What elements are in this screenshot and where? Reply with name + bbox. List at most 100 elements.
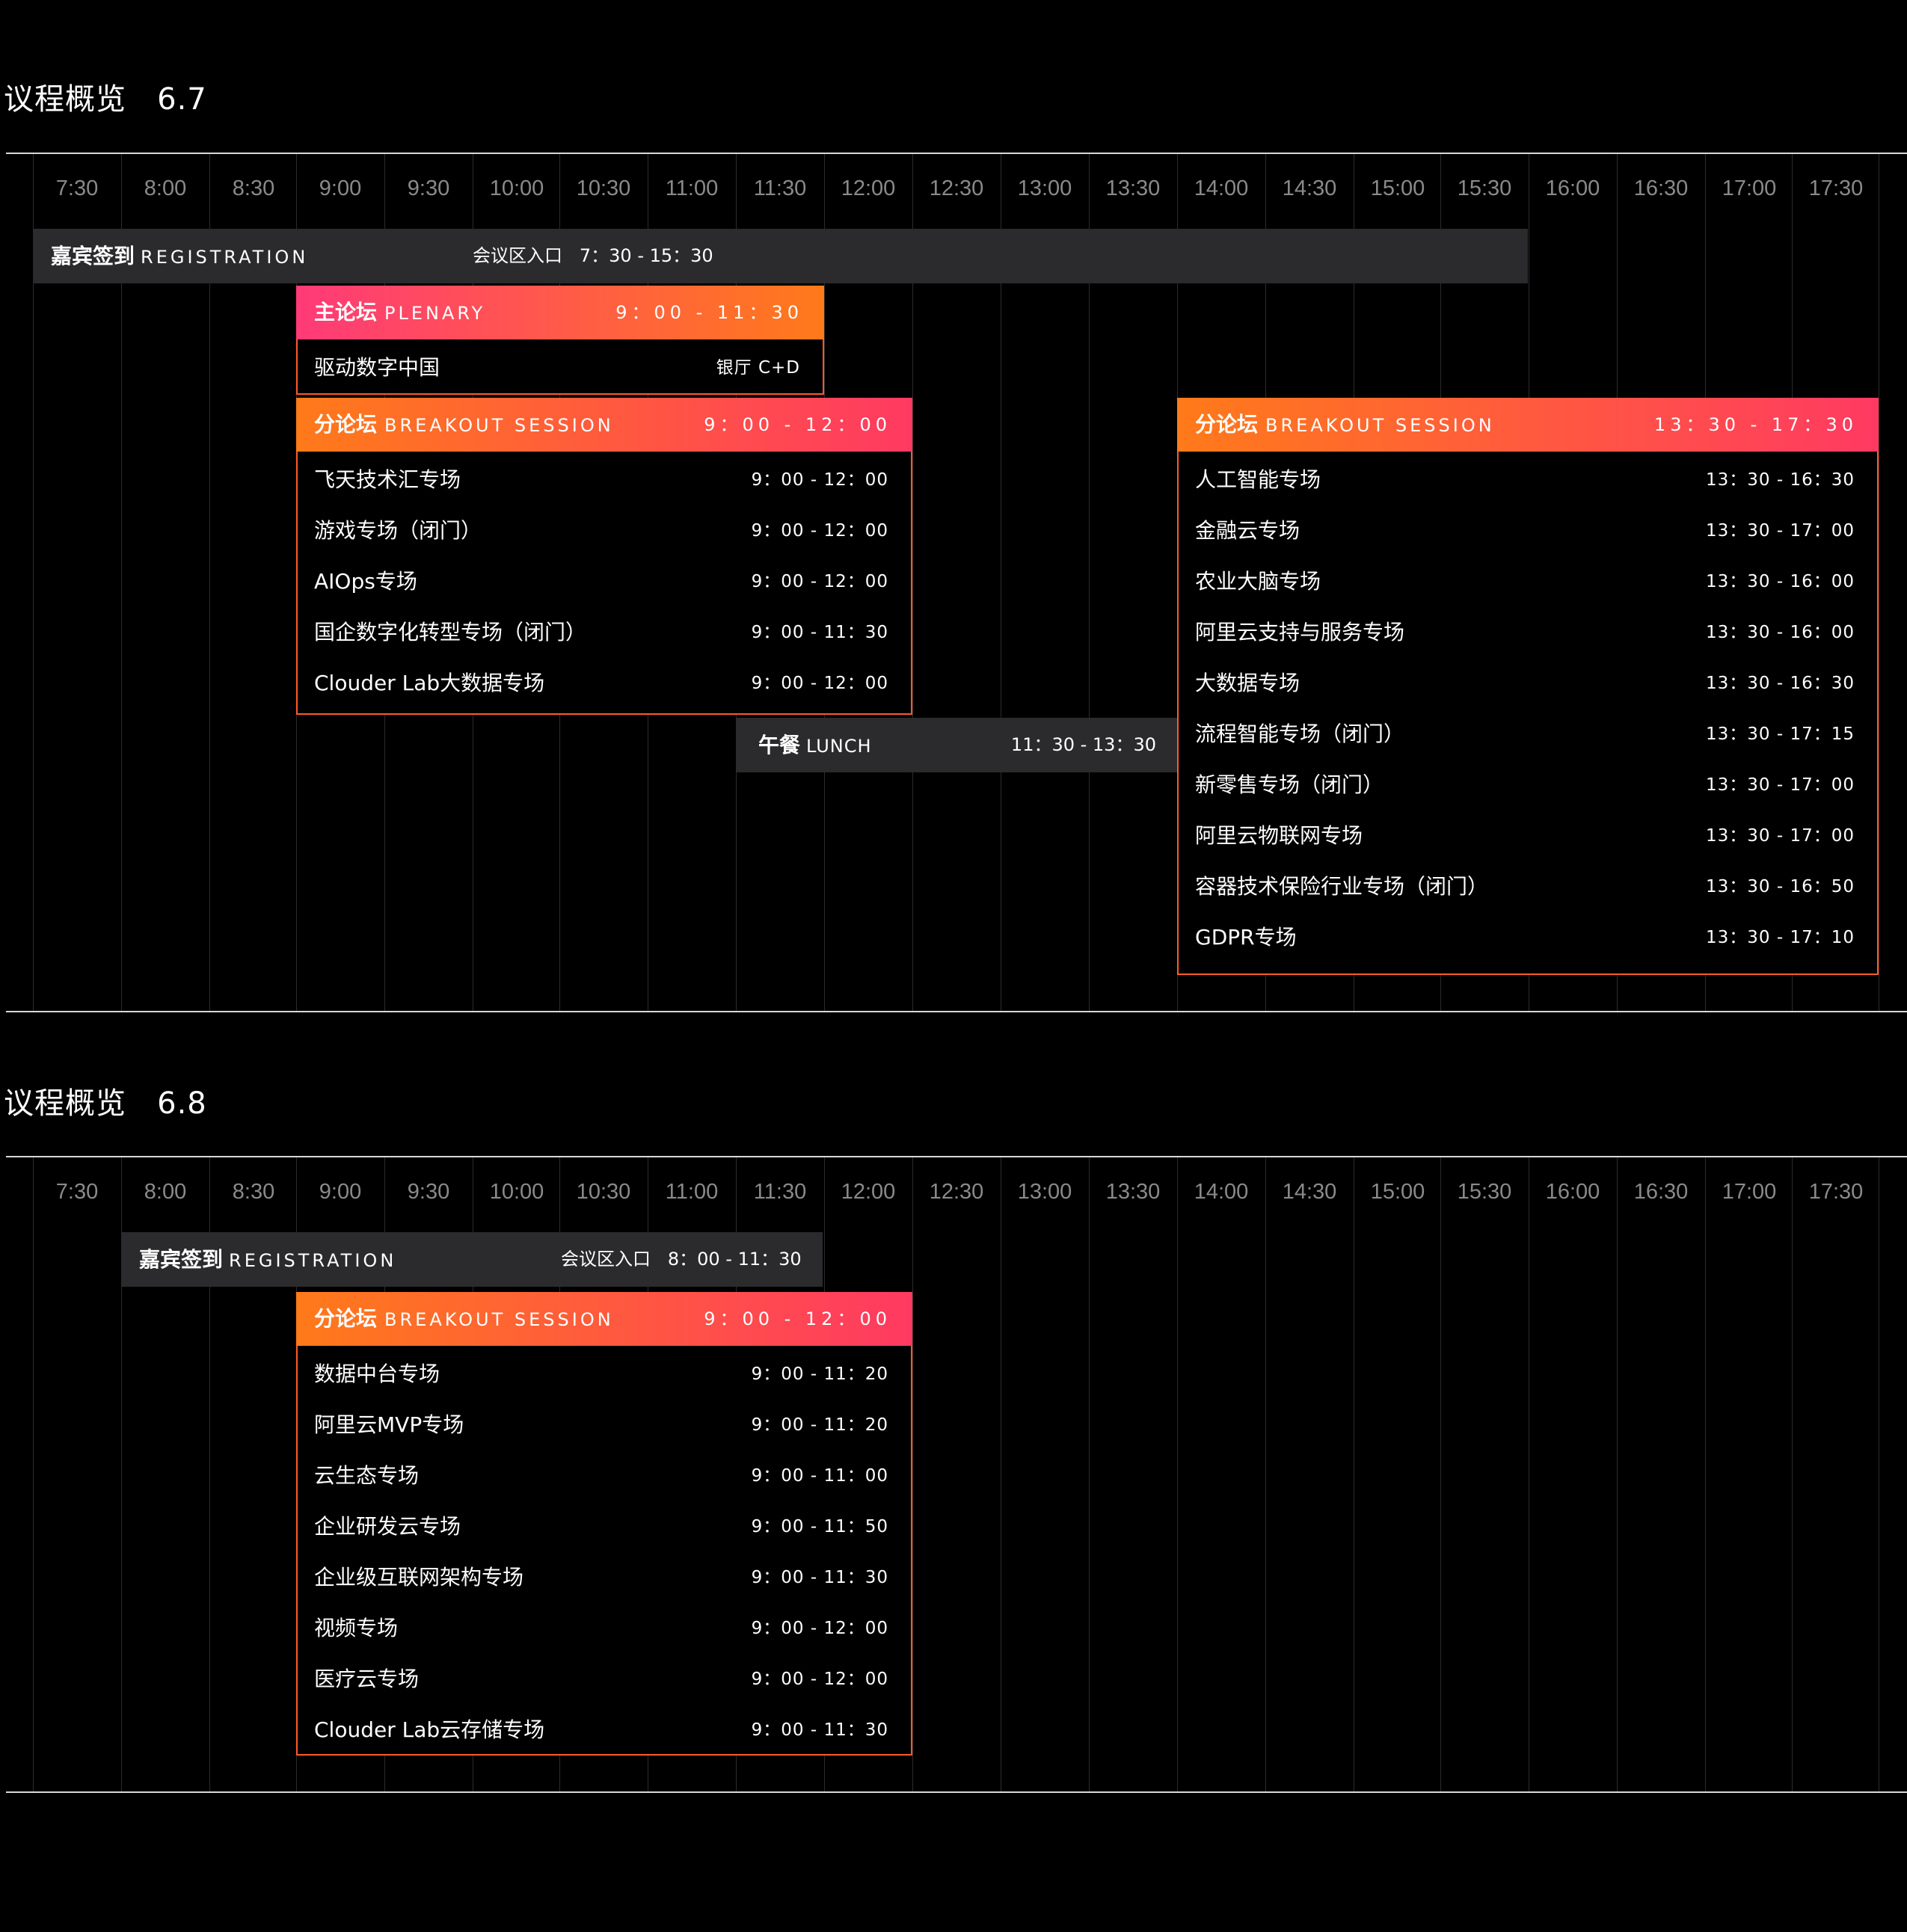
hour-label: 7:30 bbox=[55, 1180, 99, 1204]
grid-line bbox=[1792, 1157, 1793, 1791]
list-item[interactable]: 医疗云专场 9：00 - 12：00 bbox=[314, 1664, 888, 1694]
hour-label: 15:30 bbox=[1457, 1180, 1512, 1204]
session-time: 9：00 - 12：00 bbox=[751, 521, 888, 541]
hour-label: 15:00 bbox=[1370, 176, 1425, 200]
session-name: 企业级互联网架构专场 bbox=[314, 1565, 524, 1590]
session-time: 9：00 - 12：00 bbox=[751, 674, 888, 693]
hour-label: 8:30 bbox=[232, 176, 275, 200]
session-name: 金融云专场 bbox=[1195, 518, 1300, 543]
session-name: GDPR专场 bbox=[1195, 925, 1297, 950]
breakout-am-box[interactable]: 分论坛 BREAKOUT SESSION 9：00 - 12：00 飞天技术汇专场… bbox=[296, 398, 912, 715]
page-title: 议程概览 6.8 bbox=[4, 1086, 207, 1121]
session-name: 国企数字化转型专场（闭门） bbox=[314, 620, 587, 644]
session-name: 飞天技术汇专场 bbox=[314, 467, 461, 492]
list-item[interactable]: 新零售专场（闭门） 13：30 - 17：00 bbox=[1195, 770, 1855, 800]
hour-label: 12:30 bbox=[929, 1180, 984, 1204]
session-time: 9：00 - 12：00 bbox=[751, 1670, 888, 1689]
list-item[interactable]: 阿里云物联网专场 13：30 - 17：00 bbox=[1195, 821, 1855, 851]
list-item[interactable]: 驱动数字中国 银厅 C+D bbox=[314, 353, 800, 383]
bottom-divider bbox=[6, 1011, 1907, 1012]
session-name: 容器技术保险行业专场（闭门） bbox=[1195, 874, 1489, 899]
registration-bar[interactable]: 嘉宾签到 REGISTRATION 会议区入口 8：00 - 11：30 bbox=[121, 1232, 823, 1287]
session-time: 13：30 - 16：30 bbox=[1706, 674, 1855, 693]
session-name: 阿里云支持与服务专场 bbox=[1195, 620, 1405, 644]
registration-label: 嘉宾签到 REGISTRATION bbox=[139, 1247, 397, 1272]
hour-label: 16:30 bbox=[1633, 1180, 1689, 1204]
hour-label: 10:30 bbox=[576, 1180, 631, 1204]
hour-label: 11:00 bbox=[665, 176, 719, 200]
hour-label: 9:00 bbox=[319, 176, 362, 200]
session-name: 视频专场 bbox=[314, 1616, 399, 1640]
session-name: 数据中台专场 bbox=[314, 1362, 440, 1386]
list-item[interactable]: 企业研发云专场 9：00 - 11：50 bbox=[314, 1512, 888, 1542]
list-item[interactable]: 视频专场 9：00 - 12：00 bbox=[314, 1613, 888, 1643]
hour-label: 16:30 bbox=[1633, 176, 1689, 200]
hour-label: 9:30 bbox=[407, 1180, 450, 1204]
hour-label: 12:00 bbox=[841, 176, 896, 200]
list-item[interactable]: 云生态专场 9：00 - 11：00 bbox=[314, 1461, 888, 1491]
hour-label: 17:30 bbox=[1808, 176, 1864, 200]
hour-label: 16:00 bbox=[1545, 1180, 1600, 1204]
hour-label: 13:30 bbox=[1105, 176, 1161, 200]
hour-label: 12:30 bbox=[929, 176, 984, 200]
session-time: 9：00 - 11：20 bbox=[751, 1415, 888, 1435]
session-time: 9：00 - 11：30 bbox=[751, 1720, 888, 1740]
session-time: 9：00 - 11：30 bbox=[751, 1568, 888, 1587]
list-item[interactable]: Clouder Lab大数据专场 9：00 - 12：00 bbox=[314, 668, 888, 698]
hour-label: 17:30 bbox=[1808, 1180, 1864, 1204]
grid-line bbox=[1617, 1157, 1618, 1791]
list-item[interactable]: 阿里云MVP专场 9：00 - 11：20 bbox=[314, 1410, 888, 1440]
hour-label: 8:00 bbox=[144, 1180, 187, 1204]
registration-bar[interactable]: 嘉宾签到 REGISTRATION 会议区入口 7：30 - 15：30 bbox=[33, 229, 1528, 283]
hour-label: 14:00 bbox=[1194, 1180, 1249, 1204]
hour-label: 10:00 bbox=[489, 1180, 544, 1204]
hour-label: 14:30 bbox=[1282, 1180, 1337, 1204]
lunch-bar[interactable]: 午餐 LUNCH 11：30 - 13：30 bbox=[736, 718, 1177, 772]
hour-label: 17:00 bbox=[1722, 176, 1777, 200]
session-name: 云生态专场 bbox=[314, 1463, 420, 1488]
list-item[interactable]: 阿里云支持与服务专场 13：30 - 16：00 bbox=[1195, 618, 1855, 647]
breakout-pm-box[interactable]: 分论坛 BREAKOUT SESSION 13：30 - 17：30 人工智能专场… bbox=[1177, 398, 1879, 975]
list-item[interactable]: AIOps专场 9：00 - 12：00 bbox=[314, 567, 888, 597]
list-item[interactable]: 农业大脑专场 13：30 - 16：00 bbox=[1195, 567, 1855, 597]
session-time: 13：30 - 17：00 bbox=[1706, 521, 1855, 541]
plenary-box[interactable]: 主论坛 PLENARY 9：00 - 11：30 驱动数字中国 银厅 C+D bbox=[296, 286, 824, 395]
session-name: 大数据专场 bbox=[1195, 671, 1300, 695]
list-item[interactable]: 国企数字化转型专场（闭门） 9：00 - 11：30 bbox=[314, 618, 888, 647]
session-name: 流程智能专场（闭门） bbox=[1195, 722, 1405, 746]
list-item[interactable]: 飞天技术汇专场 9：00 - 12：00 bbox=[314, 465, 888, 495]
grid-line bbox=[1177, 1157, 1178, 1791]
hour-label: 10:00 bbox=[489, 176, 544, 200]
list-item[interactable]: Clouder Lab云存储专场 9：00 - 11：30 bbox=[314, 1715, 888, 1745]
hour-label: 14:00 bbox=[1194, 176, 1249, 200]
hour-label: 13:00 bbox=[1017, 1180, 1072, 1204]
hour-label: 10:30 bbox=[576, 176, 631, 200]
session-name: 新零售专场（闭门） bbox=[1195, 772, 1384, 797]
session-time: 13：30 - 16：00 bbox=[1706, 572, 1855, 591]
hour-label: 7:30 bbox=[55, 176, 99, 200]
session-name: 农业大脑专场 bbox=[1195, 569, 1321, 594]
list-item[interactable]: 容器技术保险行业专场（闭门） 13：30 - 16：50 bbox=[1195, 872, 1855, 902]
session-time: 9：00 - 12：00 bbox=[751, 572, 888, 591]
breakout-box[interactable]: 分论坛 BREAKOUT SESSION 9：00 - 12：00 数据中台专场 9… bbox=[296, 1292, 912, 1756]
registration-time: 会议区入口 7：30 - 15：30 bbox=[473, 245, 713, 266]
list-item[interactable]: 金融云专场 13：30 - 17：00 bbox=[1195, 516, 1855, 546]
session-name: 医疗云专场 bbox=[314, 1667, 420, 1691]
session-time: 9：00 - 12：00 bbox=[751, 470, 888, 490]
list-item[interactable]: 大数据专场 13：30 - 16：30 bbox=[1195, 668, 1855, 698]
list-item[interactable]: 流程智能专场（闭门） 13：30 - 17：15 bbox=[1195, 719, 1855, 749]
breakout-am-header: 分论坛 BREAKOUT SESSION 9：00 - 12：00 bbox=[296, 398, 912, 452]
list-item[interactable]: 企业级互联网架构专场 9：00 - 11：30 bbox=[314, 1563, 888, 1593]
grid-line bbox=[1440, 1157, 1441, 1791]
hour-label: 17:00 bbox=[1722, 1180, 1777, 1204]
list-item[interactable]: GDPR专场 13：30 - 17：10 bbox=[1195, 923, 1855, 953]
breakout-pm-time: 13：30 - 17：30 bbox=[1653, 414, 1858, 435]
grid-line bbox=[912, 1157, 913, 1791]
session-time: 9：00 - 11：30 bbox=[751, 623, 888, 642]
session-time: 9：00 - 12：00 bbox=[751, 1619, 888, 1638]
grid-line bbox=[1265, 1157, 1266, 1791]
list-item[interactable]: 游戏专场（闭门） 9：00 - 12：00 bbox=[314, 516, 888, 546]
session-time: 13：30 - 16：30 bbox=[1706, 470, 1855, 490]
list-item[interactable]: 人工智能专场 13：30 - 16：30 bbox=[1195, 465, 1855, 495]
list-item[interactable]: 数据中台专场 9：00 - 11：20 bbox=[314, 1359, 888, 1389]
